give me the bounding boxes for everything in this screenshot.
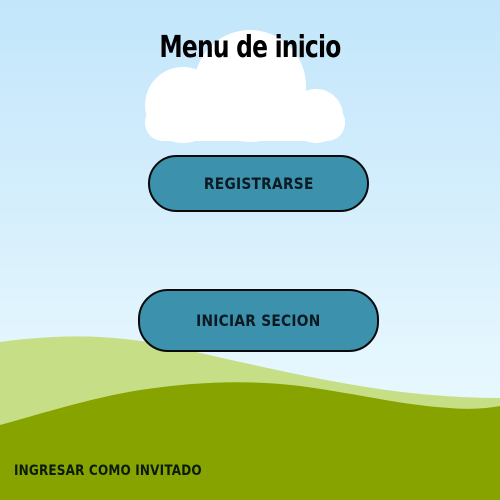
guest-login-link[interactable]: INGRESAR COMO INVITADO xyxy=(14,463,202,479)
login-button[interactable]: INICIAR SECION xyxy=(138,289,379,352)
landscape-background xyxy=(0,30,500,500)
register-button[interactable]: REGISTRARSE xyxy=(148,155,369,212)
page-title: Menu de inicio xyxy=(159,30,341,65)
start-menu-screen: Menu de inicio REGISTRARSE INICIAR SECIO… xyxy=(0,0,500,500)
login-button-label: INICIAR SECION xyxy=(196,311,321,330)
register-button-label: REGISTRARSE xyxy=(203,174,314,193)
